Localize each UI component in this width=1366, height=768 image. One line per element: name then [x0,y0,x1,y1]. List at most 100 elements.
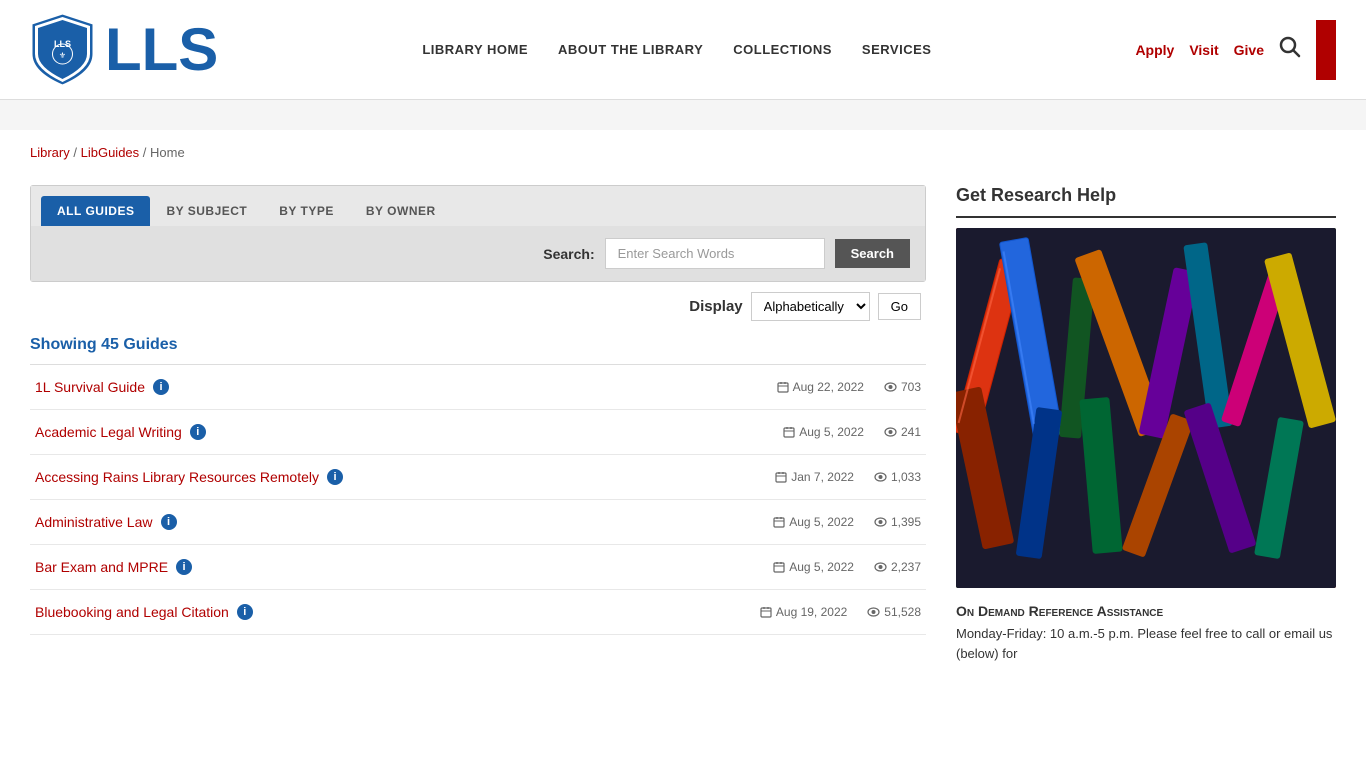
guides-count: Showing 45 Guides [30,331,926,364]
svg-text:⚜: ⚜ [59,51,66,60]
nav-services[interactable]: SERVICES [862,42,932,57]
guide-item-right: Aug 5, 2022 1,395 [773,515,921,529]
guide-views: 2,237 [874,560,921,574]
info-icon[interactable]: i [176,559,192,575]
on-demand-text: Monday-Friday: 10 a.m.-5 p.m. Please fee… [956,624,1336,663]
search-label: Search: [543,246,594,262]
tab-by-type[interactable]: BY TYPE [263,196,350,226]
apply-link[interactable]: Apply [1135,42,1174,58]
nav-about-library[interactable]: ABOUT THE LIBRARY [558,42,703,57]
guide-views: 1,033 [874,470,921,484]
search-button[interactable]: Search [835,239,910,268]
search-bar: Search: Search [31,226,925,281]
guide-item-right: Aug 19, 2022 51,528 [760,605,921,619]
on-demand-section: On Demand Reference Assistance Monday-Fr… [956,603,1336,663]
logo-area[interactable]: LLS ⚜ LLS [30,12,218,87]
guide-item-right: Aug 22, 2022 703 [777,380,921,394]
guide-date: Aug 5, 2022 [773,560,854,574]
give-link[interactable]: Give [1234,42,1264,58]
main-content: ALL GUIDES BY SUBJECT BY TYPE BY OWNER S… [0,175,1366,693]
on-demand-title: On Demand Reference Assistance [956,603,1336,619]
go-button[interactable]: Go [878,293,921,320]
guide-link[interactable]: 1L Survival Guide [35,379,145,395]
calendar-icon [773,516,785,528]
info-icon[interactable]: i [153,379,169,395]
sidebar-title: Get Research Help [956,185,1336,218]
visit-link[interactable]: Visit [1189,42,1218,58]
search-icon [1279,36,1301,58]
nav-collections[interactable]: COLLECTIONS [733,42,832,57]
calendar-icon [773,561,785,573]
breadcrumb-sep-1: / [73,145,80,160]
guide-views: 51,528 [867,605,921,619]
table-row: Bluebooking and Legal Citation i Aug 19,… [30,590,926,635]
main-nav: LIBRARY HOME ABOUT THE LIBRARY COLLECTIO… [422,42,931,57]
guide-item-left: Bluebooking and Legal Citation i [35,604,253,620]
guide-link[interactable]: Accessing Rains Library Resources Remote… [35,469,319,485]
eye-icon [884,427,897,437]
site-header: LLS ⚜ LLS LIBRARY HOME ABOUT THE LIBRARY… [0,0,1366,100]
breadcrumb-library[interactable]: Library [30,145,70,160]
guide-link[interactable]: Bar Exam and MPRE [35,559,168,575]
guide-link[interactable]: Bluebooking and Legal Citation [35,604,229,620]
calendar-icon [775,471,787,483]
guide-views: 703 [884,380,921,394]
eye-icon [874,472,887,482]
books-image [956,228,1336,588]
logo-text: LLS [105,20,218,80]
guide-list: 1L Survival Guide i Aug 22, 2022 703 [30,364,926,635]
guide-date: Aug 22, 2022 [777,380,864,394]
table-row: Administrative Law i Aug 5, 2022 1,395 [30,500,926,545]
guide-views: 241 [884,425,921,439]
info-icon[interactable]: i [237,604,253,620]
calendar-icon [783,426,795,438]
guide-views: 1,395 [874,515,921,529]
eye-icon [884,382,897,392]
books-illustration [956,228,1336,588]
guide-item-left: Accessing Rains Library Resources Remote… [35,469,343,485]
guide-link[interactable]: Administrative Law [35,514,153,530]
tabs-panel: ALL GUIDES BY SUBJECT BY TYPE BY OWNER S… [30,185,926,282]
guide-item-right: Jan 7, 2022 1,033 [775,470,921,484]
display-select[interactable]: Alphabetically By Date By Views [751,292,870,321]
breadcrumb-current: Home [150,145,185,160]
breadcrumb-libguides[interactable]: LibGuides [81,145,140,160]
guide-item-right: Aug 5, 2022 2,237 [773,560,921,574]
nav-library-home[interactable]: LIBRARY HOME [422,42,528,57]
guide-item-left: Administrative Law i [35,514,177,530]
tab-by-subject[interactable]: BY SUBJECT [150,196,263,226]
guide-date: Aug 19, 2022 [760,605,847,619]
eye-icon [874,517,887,527]
shield-logo: LLS ⚜ [30,12,95,87]
guide-date: Aug 5, 2022 [783,425,864,439]
left-content: ALL GUIDES BY SUBJECT BY TYPE BY OWNER S… [30,185,926,663]
guide-link[interactable]: Academic Legal Writing [35,424,182,440]
eye-icon [874,562,887,572]
info-icon[interactable]: i [161,514,177,530]
guide-item-left: Bar Exam and MPRE i [35,559,192,575]
header-right: Apply Visit Give [1135,20,1336,80]
guide-item-left: 1L Survival Guide i [35,379,169,395]
info-icon[interactable]: i [190,424,206,440]
search-icon-button[interactable] [1279,36,1301,64]
table-row: 1L Survival Guide i Aug 22, 2022 703 [30,365,926,410]
guide-item-right: Aug 5, 2022 241 [783,425,921,439]
calendar-icon [777,381,789,393]
table-row: Bar Exam and MPRE i Aug 5, 2022 2,237 [30,545,926,590]
tab-all-guides[interactable]: ALL GUIDES [41,196,150,226]
table-row: Accessing Rains Library Resources Remote… [30,455,926,500]
tabs-bar: ALL GUIDES BY SUBJECT BY TYPE BY OWNER [31,186,925,226]
info-icon[interactable]: i [327,469,343,485]
guide-date: Aug 5, 2022 [773,515,854,529]
guide-item-left: Academic Legal Writing i [35,424,206,440]
calendar-icon [760,606,772,618]
display-label: Display [689,298,742,315]
sub-header [0,100,1366,130]
guide-date: Jan 7, 2022 [775,470,854,484]
breadcrumb-sep-2: / [143,145,150,160]
search-input[interactable] [605,238,825,269]
eye-icon [867,607,880,617]
tab-by-owner[interactable]: BY OWNER [350,196,452,226]
breadcrumb: Library / LibGuides / Home [0,130,1366,175]
right-sidebar: Get Research Help [956,185,1336,663]
